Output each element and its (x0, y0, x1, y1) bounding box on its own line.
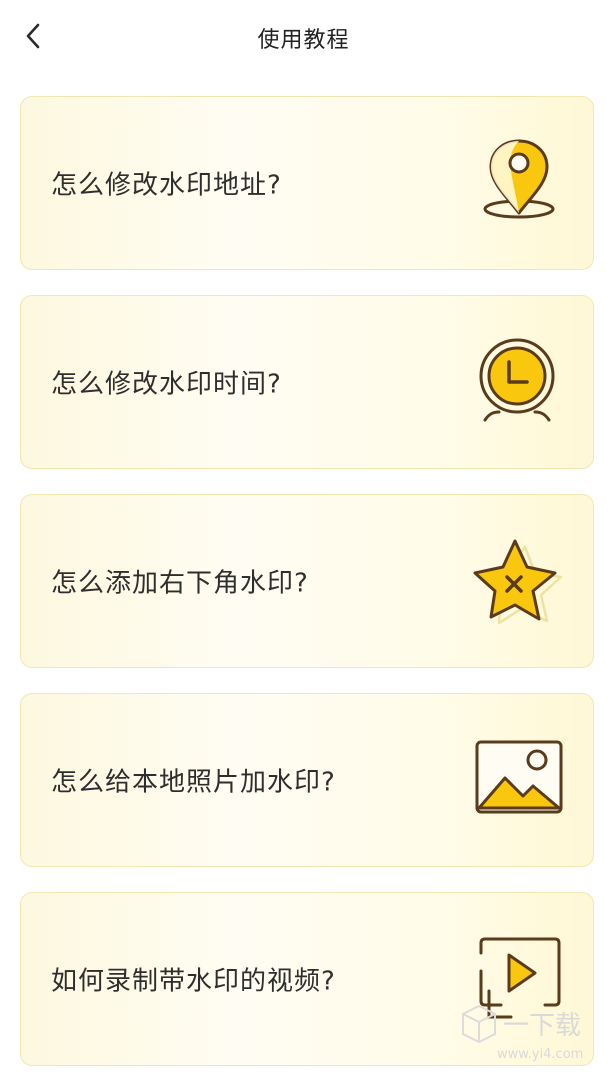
tutorial-card-local-photo-watermark[interactable]: 怎么给本地照片加水印? (20, 693, 594, 867)
watermark-url: www.yi4.com (497, 1047, 583, 1062)
location-pin-icon (483, 139, 555, 219)
card-label: 怎么修改水印时间? (51, 369, 282, 400)
tutorial-card-edit-time[interactable]: 怎么修改水印时间? (20, 295, 594, 469)
card-label: 怎么给本地照片加水印? (51, 767, 336, 798)
page-title: 使用教程 (257, 28, 350, 53)
site-watermark: 一下载 www.yi4.com (462, 1004, 583, 1062)
card-label: 怎么添加右下角水印? (51, 568, 309, 599)
chevron-left-icon (26, 23, 40, 49)
alarm-clock-icon (479, 338, 555, 422)
card-label: 如何录制带水印的视频? (51, 966, 336, 997)
header-bar: 使用教程 (0, 0, 607, 76)
star-corner-icon (473, 539, 563, 625)
tutorial-card-add-corner-watermark[interactable]: 怎么添加右下角水印? (20, 494, 594, 668)
back-button[interactable] (14, 16, 54, 56)
watermark-text: 一下载 (503, 1011, 581, 1041)
card-label: 怎么修改水印地址? (51, 170, 282, 201)
tutorial-card-edit-address[interactable]: 怎么修改水印地址? (20, 96, 594, 270)
image-photo-icon (475, 740, 563, 814)
